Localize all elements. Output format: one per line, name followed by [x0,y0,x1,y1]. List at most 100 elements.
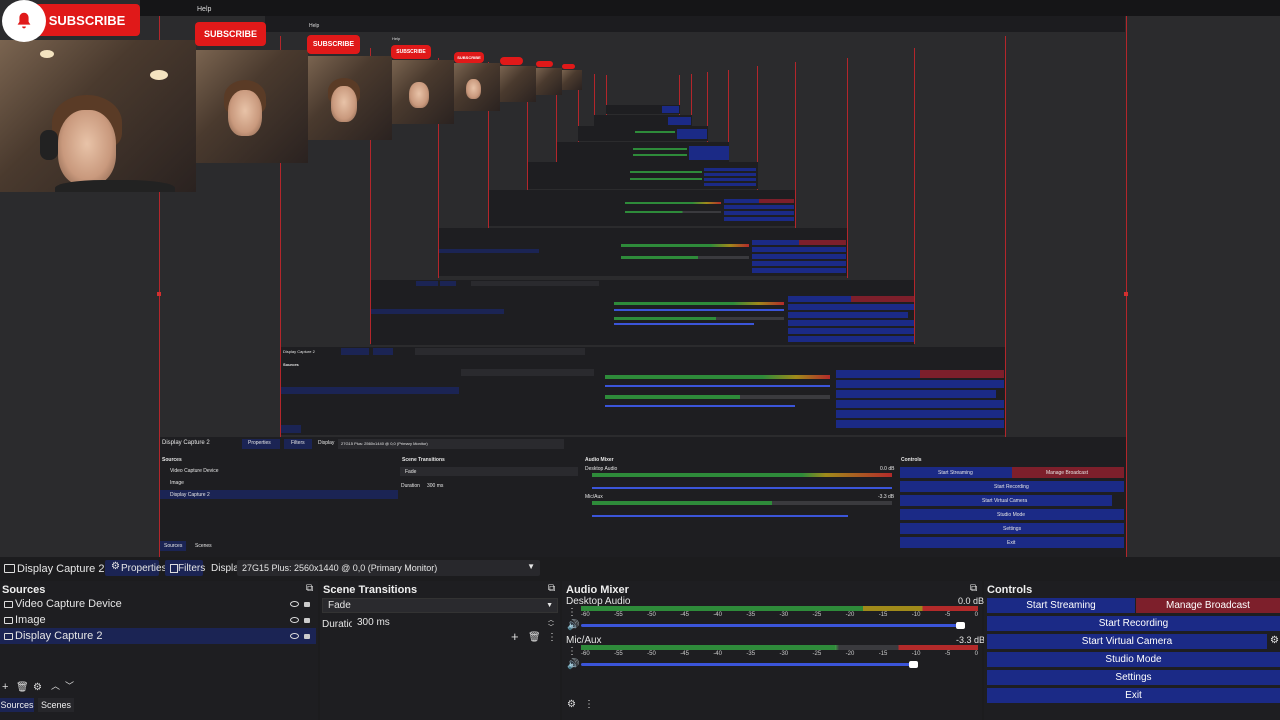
scale-tick: -45 [680,651,689,657]
nested-ui-1: Display Capture 2 Properties Filters Dis… [160,437,1126,557]
gear-icon[interactable]: ⚙ [33,682,42,693]
gear-icon[interactable]: ⚙ [567,699,576,710]
nested-1-filters: Filters [291,440,305,446]
source-item-display-capture[interactable]: Display Capture 2 [0,628,316,644]
nested-1-mic-db: -3.3 dB [878,494,895,500]
scale-tick: -30 [779,651,789,657]
exit-button[interactable]: Exit [987,688,1280,703]
desktop-audio-volume-slider[interactable] [581,624,961,627]
nested-1-sources-title: Sources [162,457,182,463]
display-select-value: 27G15 Plus: 2560x1440 @ 0,0 (Primary Mon… [242,563,438,573]
mic-aux-volume-knob[interactable] [909,661,918,668]
mic-aux-volume-slider[interactable] [581,663,914,666]
bell-icon [2,0,46,42]
more-icon[interactable]: ⋮ [584,699,594,710]
filters-button[interactable]: Filters [165,560,205,576]
controls-title: Controls [987,584,1033,596]
nested-2-sources-title: Sources [283,362,299,367]
transition-select[interactable]: Fade ▼ [322,598,558,613]
stepper-down-icon[interactable]: ﹀ [548,622,554,631]
start-recording-label: Start Recording [1098,618,1169,629]
nested-ui-7 [557,142,729,162]
undock-icon[interactable]: ⧉ [970,583,977,594]
subscribe-button-3: SUBSCRIBE [307,35,360,54]
speaker-icon[interactable]: 🔊 [567,659,579,670]
preview-canvas[interactable]: SUBSCRIBE SUBSCRIBE SUBSCRIBE SUBSCRIBE … [0,0,1280,557]
more-icon[interactable]: ⋮ [547,632,557,643]
chevron-down-icon: ▼ [546,602,553,609]
nested-1-desktop-audio: Desktop Audio [585,466,618,472]
mic-aux-meter [581,645,978,650]
tab-scenes[interactable]: Scenes [38,698,74,712]
properties-label: Properties [121,563,167,574]
nested-1-duration-label: Duration [401,483,420,489]
duration-input[interactable]: 300 ms [352,615,558,630]
nested-1-duration-value: 300 ms [427,483,444,489]
filter-icon [170,564,178,573]
settings-button[interactable]: Settings [987,670,1280,685]
frame-handle-left[interactable] [157,292,161,296]
frame-handle-right[interactable] [1124,292,1128,296]
source-item-video-capture[interactable]: Video Capture Device [0,596,316,612]
visibility-eye-icon[interactable] [290,633,299,639]
speaker-icon[interactable]: 🔊 [567,620,579,631]
nested-1-transition-value: Fade [405,469,417,475]
undock-icon[interactable]: ⧉ [306,583,313,594]
nested-1-display-value: 27G15 Plus: 2560x1440 @ 0,0 (Primary Mon… [341,441,428,446]
nested-ui-8 [578,126,708,141]
studio-mode-button[interactable]: Studio Mode [987,652,1280,667]
scale-tick: -55 [614,651,623,657]
desktop-audio-volume-knob[interactable] [956,622,965,629]
help-menu-2: Help [197,6,212,13]
source-item-image[interactable]: Image [0,612,316,628]
nested-1-source-name: Display Capture 2 [162,440,210,446]
webcam-feed-1 [0,40,196,192]
exit-label: Exit [1125,690,1142,701]
nested-ui-9 [594,115,692,126]
image-icon [4,616,13,624]
webcam-feed-6 [500,66,536,102]
nested-1-start-recording: Start Recording [994,484,1029,490]
lock-icon[interactable] [304,602,310,607]
subscribe-label-3: SUBSCRIBE [312,41,355,48]
more-icon[interactable]: ⋮ [567,607,577,618]
top-dark-band [140,0,1280,16]
subscribe-label-4: SUBSCRIBE [396,49,426,55]
manage-broadcast-label: Manage Broadcast [1166,600,1250,611]
scale-tick: 0 [974,612,978,618]
trash-icon[interactable]: 🗑 [16,682,29,693]
scale-tick: -15 [878,651,888,657]
nested-1-mixer-title: Audio Mixer [585,457,614,463]
webcam-feed-2 [196,50,308,163]
add-icon[interactable]: + [2,682,8,693]
more-icon[interactable]: ⋮ [567,646,577,657]
nested-1-manage-broadcast: Manage Broadcast [1046,470,1088,476]
mic-aux-scale: -60 -55 -50 -45 -40 -35 -30 -25 -20 -15 -10 -5 0 [581,651,978,657]
start-streaming-button[interactable]: Start Streaming [987,598,1135,613]
transition-select-value: Fade [328,600,351,611]
nested-1-tab-sources: Sources [164,543,183,549]
scale-tick: -60 [581,612,590,618]
chevron-down-icon[interactable]: ﹀ [65,681,74,692]
top-dark-band-2 [265,16,1125,32]
lock-icon[interactable] [304,634,310,639]
chevron-up-icon[interactable]: ︿ [51,681,60,692]
start-recording-button[interactable]: Start Recording [987,616,1280,631]
subscribe-button-4: SUBSCRIBE [391,45,431,59]
properties-button[interactable]: ⚙ Properties [105,560,167,576]
manage-broadcast-button[interactable]: Manage Broadcast [1136,598,1280,613]
gear-icon[interactable]: ⚙ [1270,635,1279,646]
monitor-icon [4,632,13,640]
scale-tick: -30 [779,612,789,618]
webcam-feed-5 [454,63,500,111]
display-select[interactable]: 27G15 Plus: 2560x1440 @ 0,0 (Primary Mon… [237,560,540,576]
visibility-eye-icon[interactable] [290,617,299,623]
scale-tick: -25 [812,612,822,618]
tab-sources[interactable]: Sources [0,698,34,712]
visibility-eye-icon[interactable] [290,601,299,607]
trash-icon[interactable]: 🗑 [528,632,541,643]
lock-icon[interactable] [304,618,310,623]
add-icon[interactable]: + [511,630,519,643]
start-virtual-camera-button[interactable]: Start Virtual Camera [987,634,1267,649]
undock-icon[interactable]: ⧉ [548,583,555,594]
